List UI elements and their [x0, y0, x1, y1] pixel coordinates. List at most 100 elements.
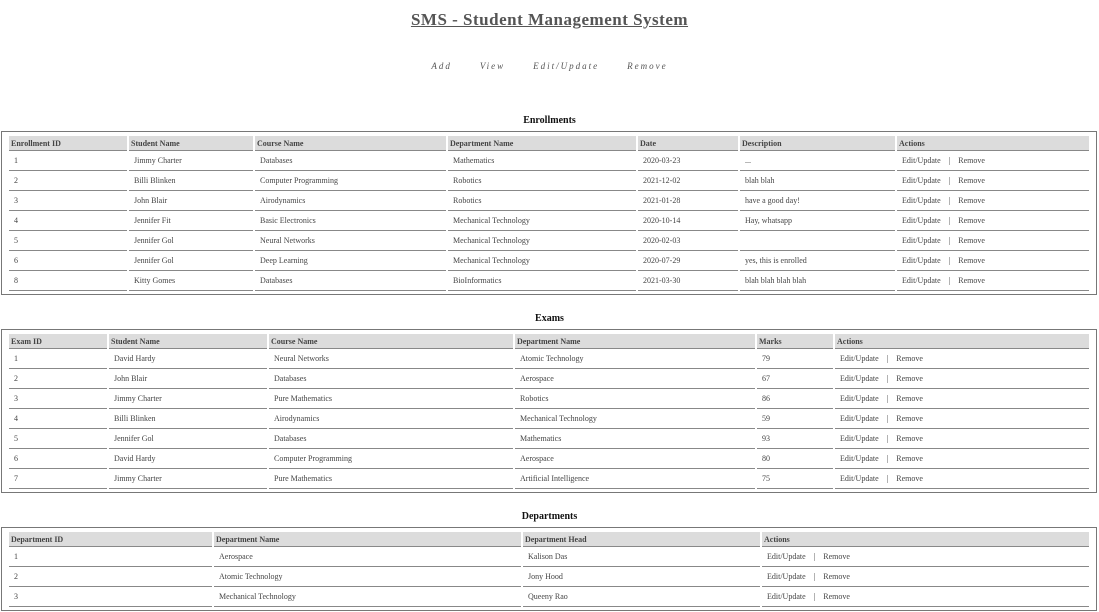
- enrollments-cell: 1: [9, 151, 127, 171]
- departments-cell: 1: [9, 547, 212, 567]
- remove-link[interactable]: Remove: [896, 434, 923, 443]
- enrollments-column-header: Enrollment ID: [9, 136, 127, 151]
- edit-update-link[interactable]: Edit/Update: [902, 156, 941, 165]
- remove-link[interactable]: Remove: [958, 276, 985, 285]
- remove-link[interactable]: Remove: [896, 454, 923, 463]
- remove-link[interactable]: Remove: [896, 374, 923, 383]
- exams-cell: Pure Mathematics: [269, 389, 513, 409]
- enrollments-cell: Robotics: [448, 171, 636, 191]
- edit-update-link[interactable]: Edit/Update: [840, 394, 879, 403]
- remove-link[interactable]: Remove: [958, 156, 985, 165]
- remove-link[interactable]: Remove: [958, 236, 985, 245]
- enrollments-column-header: Student Name: [129, 136, 253, 151]
- edit-update-link[interactable]: Edit/Update: [902, 276, 941, 285]
- edit-update-link[interactable]: Edit/Update: [767, 552, 806, 561]
- edit-update-link[interactable]: Edit/Update: [840, 414, 879, 423]
- enrollments-cell: Airodynamics: [255, 191, 446, 211]
- enrollments-cell: 3: [9, 191, 127, 211]
- departments-row: 3 Mechanical Technology Queeny Rao Edit/Upd…: [9, 587, 1089, 607]
- exams-cell: Robotics: [515, 389, 755, 409]
- remove-link[interactable]: Remove: [958, 216, 985, 225]
- exams-cell: John Blair: [109, 369, 267, 389]
- edit-update-link[interactable]: Edit/Update: [840, 374, 879, 383]
- exams-actions-cell: Edit/Update | Remove: [835, 449, 1089, 469]
- enrollments-cell: Robotics: [448, 191, 636, 211]
- nav-remove-link[interactable]: Remove: [627, 61, 667, 71]
- exams-cell: Computer Programming: [269, 449, 513, 469]
- edit-update-link[interactable]: Edit/Update: [767, 572, 806, 581]
- exams-cell: David Hardy: [109, 449, 267, 469]
- action-separator: |: [813, 572, 816, 581]
- exams-cell: 79: [757, 349, 833, 369]
- action-separator: |: [813, 552, 816, 561]
- edit-update-link[interactable]: Edit/Update: [902, 236, 941, 245]
- enrollments-header-row: Enrollment ID Student Name Course Name Depa…: [9, 136, 1089, 151]
- exams-body: 1 David Hardy Neural Networks Atomic Techno…: [9, 349, 1089, 489]
- enrollments-row: 5 Jennifer Gol Neural Networks Mechanical T…: [9, 231, 1089, 251]
- enrollments-cell: ...: [740, 151, 895, 171]
- exams-cell: 3: [9, 389, 107, 409]
- exams-title: Exams: [535, 313, 564, 324]
- exams-cell: 67: [757, 369, 833, 389]
- enrollments-cell: Jennifer Gol: [129, 251, 253, 271]
- remove-link[interactable]: Remove: [958, 256, 985, 265]
- remove-link[interactable]: Remove: [823, 572, 850, 581]
- departments-cell: Jony Hood: [523, 567, 760, 587]
- enrollments-cell: Neural Networks: [255, 231, 446, 251]
- edit-update-link[interactable]: Edit/Update: [902, 196, 941, 205]
- nav-view-link[interactable]: View: [480, 61, 505, 71]
- exams-column-header: Actions: [835, 334, 1089, 349]
- departments-cell: 3: [9, 587, 212, 607]
- remove-link[interactable]: Remove: [896, 354, 923, 363]
- edit-update-link[interactable]: Edit/Update: [840, 354, 879, 363]
- exams-actions-cell: Edit/Update | Remove: [835, 389, 1089, 409]
- enrollments-row: 3 John Blair Airodynamics Robotics 2021-01-2…: [9, 191, 1089, 211]
- exams-cell: Jimmy Charter: [109, 389, 267, 409]
- enrollments-cell: Hay, whatsapp: [740, 211, 895, 231]
- enrollments-title: Enrollments: [523, 115, 576, 126]
- exams-actions-cell: Edit/Update | Remove: [835, 349, 1089, 369]
- action-separator: |: [886, 414, 889, 423]
- remove-link[interactable]: Remove: [896, 394, 923, 403]
- remove-link[interactable]: Remove: [958, 196, 985, 205]
- edit-update-link[interactable]: Edit/Update: [840, 434, 879, 443]
- departments-column-header: Department ID: [9, 532, 212, 547]
- action-separator: |: [886, 354, 889, 363]
- remove-link[interactable]: Remove: [823, 552, 850, 561]
- exams-table-container: Exam ID Student Name Course Name Department…: [1, 329, 1097, 493]
- enrollments-cell: Basic Electronics: [255, 211, 446, 231]
- nav-edit-update-link[interactable]: Edit/Update: [533, 61, 599, 71]
- exams-table: Exam ID Student Name Course Name Department…: [7, 334, 1091, 489]
- exams-cell: 80: [757, 449, 833, 469]
- enrollments-cell: yes, this is enrolled: [740, 251, 895, 271]
- enrollments-cell: Mechanical Technology: [448, 211, 636, 231]
- enrollments-actions-cell: Edit/Update | Remove: [897, 211, 1089, 231]
- nav-add-link[interactable]: Add: [431, 61, 452, 71]
- departments-table-container: Department ID Department Name Department H…: [1, 527, 1097, 611]
- enrollments-table-container: Enrollment ID Student Name Course Name Depa…: [1, 131, 1097, 295]
- enrollments-cell: Billi Blinken: [129, 171, 253, 191]
- action-separator: |: [813, 592, 816, 601]
- exams-cell: 7: [9, 469, 107, 489]
- departments-section: Departments Department ID Department Name…: [0, 511, 1099, 611]
- enrollments-actions-cell: Edit/Update | Remove: [897, 271, 1089, 291]
- exams-cell: 93: [757, 429, 833, 449]
- enrollments-column-header: Course Name: [255, 136, 446, 151]
- exams-actions-cell: Edit/Update | Remove: [835, 409, 1089, 429]
- remove-link[interactable]: Remove: [896, 474, 923, 483]
- action-separator: |: [948, 256, 951, 265]
- remove-link[interactable]: Remove: [823, 592, 850, 601]
- edit-update-link[interactable]: Edit/Update: [902, 176, 941, 185]
- edit-update-link[interactable]: Edit/Update: [840, 454, 879, 463]
- departments-row: 1 Aerospace Kalison Das Edit/Update | Remove: [9, 547, 1089, 567]
- remove-link[interactable]: Remove: [896, 414, 923, 423]
- edit-update-link[interactable]: Edit/Update: [902, 256, 941, 265]
- enrollments-cell: Deep Learning: [255, 251, 446, 271]
- edit-update-link[interactable]: Edit/Update: [902, 216, 941, 225]
- enrollments-row: 1 Jimmy Charter Databases Mathematics 2020-0…: [9, 151, 1089, 171]
- page-title: SMS - Student Management System: [410, 10, 689, 29]
- enrollments-cell: Jennifer Gol: [129, 231, 253, 251]
- edit-update-link[interactable]: Edit/Update: [840, 474, 879, 483]
- remove-link[interactable]: Remove: [958, 176, 985, 185]
- edit-update-link[interactable]: Edit/Update: [767, 592, 806, 601]
